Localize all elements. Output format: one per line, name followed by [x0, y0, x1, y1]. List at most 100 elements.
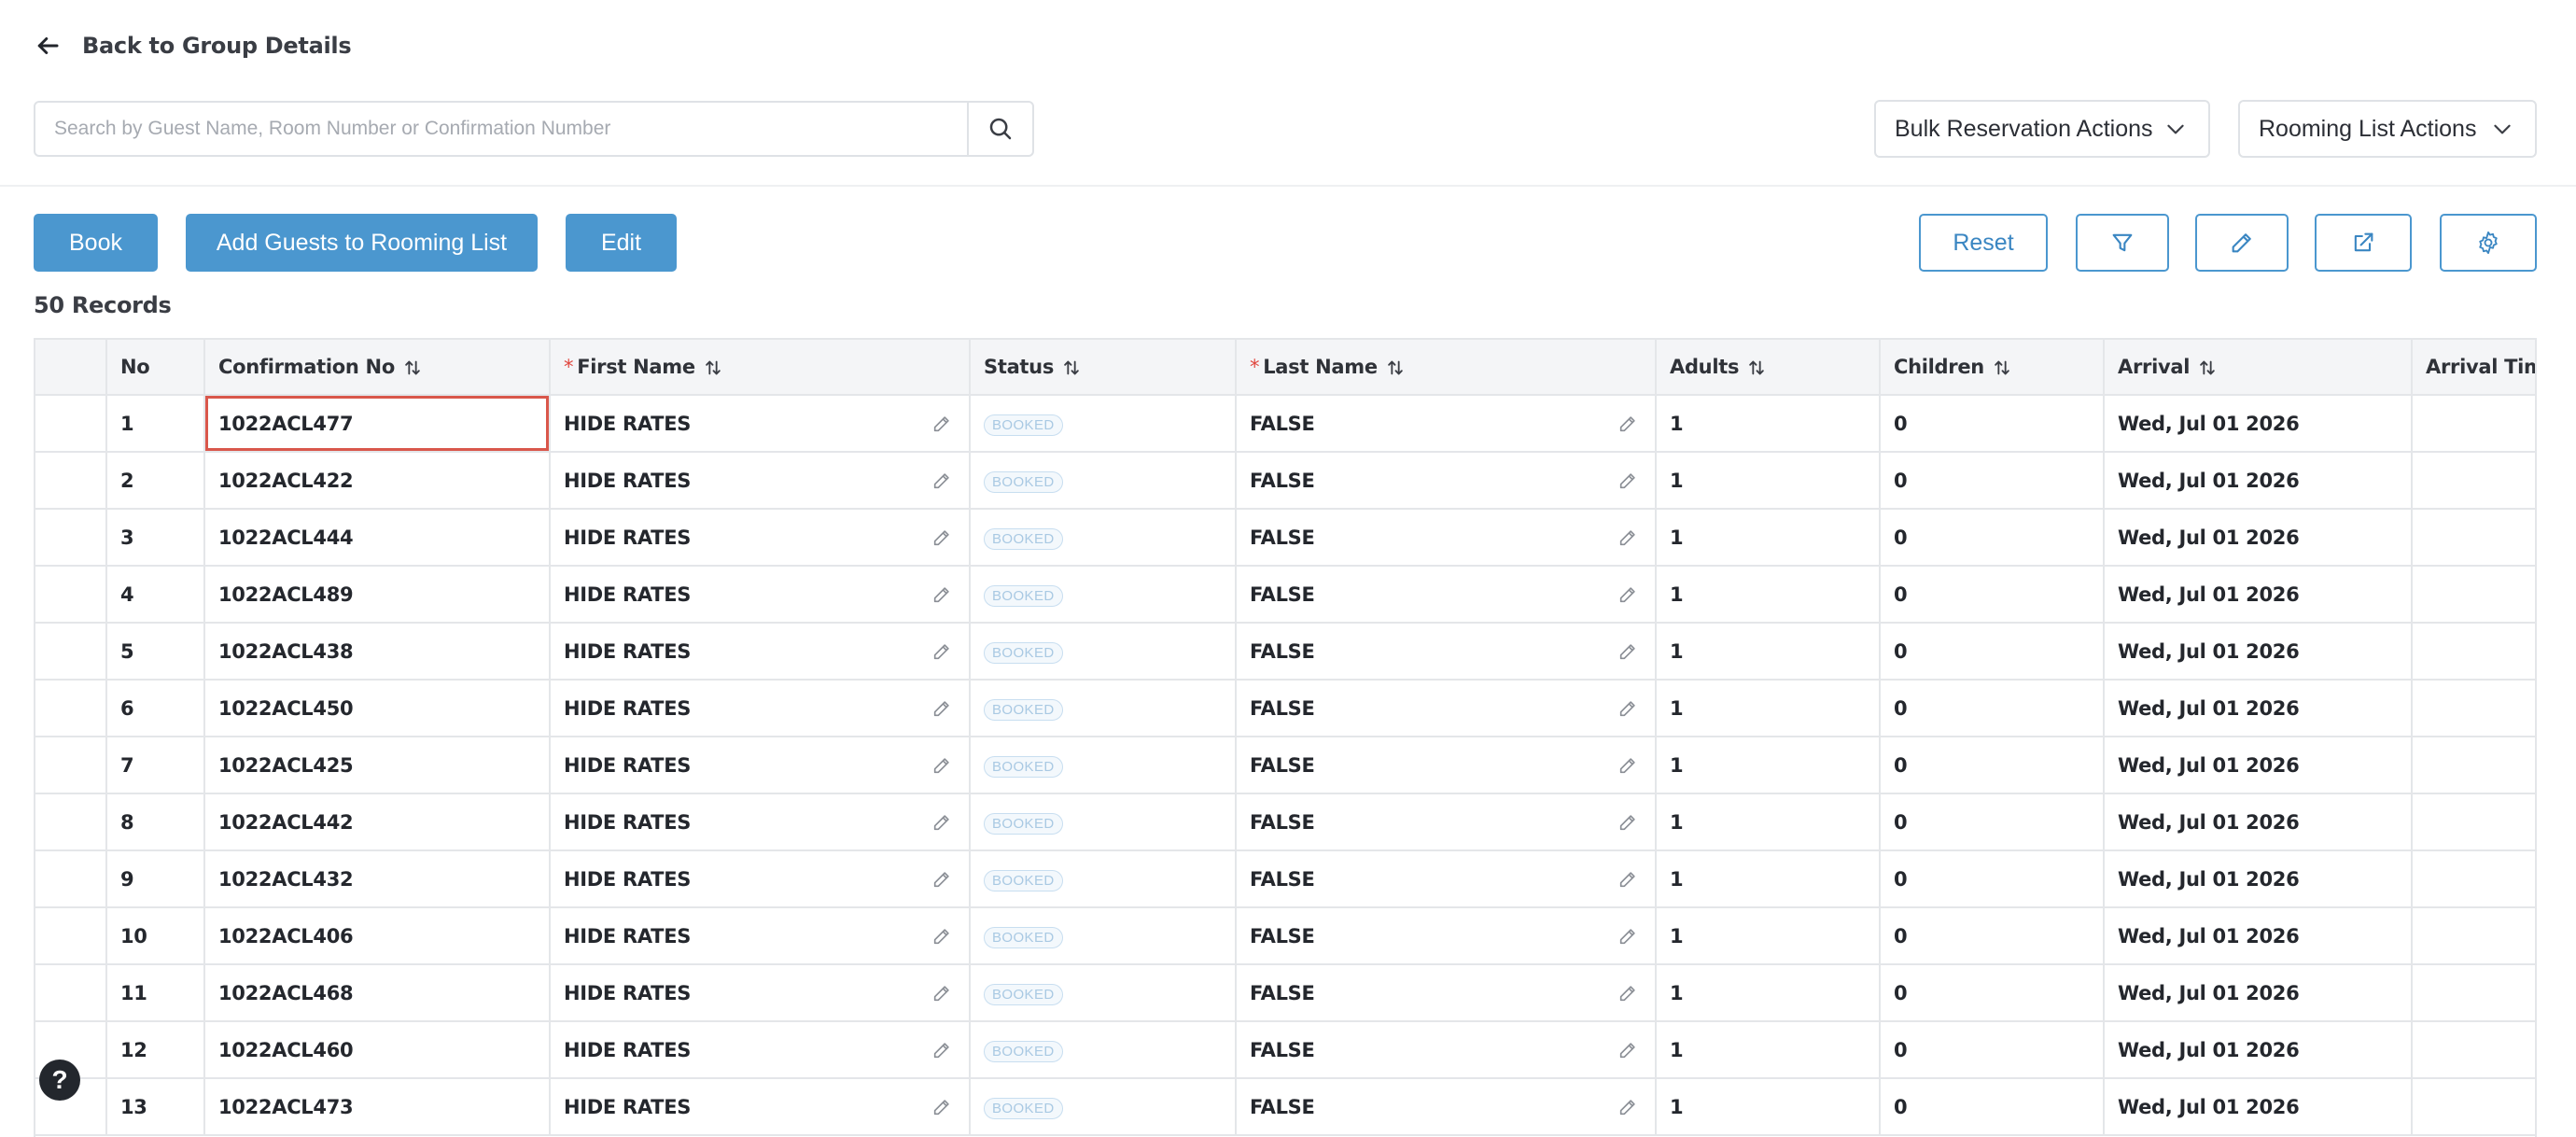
cell-arrival[interactable]: Wed, Jul 01 2026 [2104, 623, 2413, 681]
cell-arrival[interactable]: Wed, Jul 01 2026 [2104, 1021, 2413, 1079]
table-row[interactable]: 4 1022ACL489 HIDE RATES BOOKED FALSE 1 0 Wed, J… [35, 566, 2535, 624]
pencil-icon[interactable] [1617, 414, 1638, 434]
filter-button[interactable] [2076, 214, 2169, 272]
column-header-children[interactable]: Children [1880, 340, 2105, 396]
cell-first-name[interactable]: HIDE RATES [550, 737, 971, 794]
cell-confirmation[interactable]: 1022ACL460 [204, 1021, 551, 1079]
cell-children[interactable]: 0 [1880, 509, 2105, 567]
cell-arrival-time[interactable] [2412, 793, 2535, 851]
cell-first-name[interactable]: HIDE RATES [550, 850, 971, 908]
table-row[interactable]: 11 1022ACL468 HIDE RATES BOOKED FALSE 1 0 Wed, … [35, 964, 2535, 1022]
pencil-icon[interactable] [931, 641, 952, 662]
pencil-icon[interactable] [931, 983, 952, 1004]
cell-children[interactable]: 0 [1880, 964, 2105, 1022]
cell-arrival[interactable]: Wed, Jul 01 2026 [2104, 395, 2413, 453]
cell-first-name[interactable]: HIDE RATES [550, 907, 971, 965]
cell-first-name[interactable]: HIDE RATES [550, 1021, 971, 1079]
sort-icon[interactable] [402, 358, 423, 378]
pencil-icon[interactable] [1617, 983, 1638, 1004]
cell-children[interactable]: 0 [1880, 680, 2105, 737]
cell-children[interactable]: 0 [1880, 793, 2105, 851]
table-row[interactable]: 13 1022ACL473 HIDE RATES BOOKED FALSE 1 0 Wed, … [35, 1078, 2535, 1136]
pencil-icon[interactable] [1617, 527, 1638, 548]
table-row[interactable]: 8 1022ACL442 HIDE RATES BOOKED FALSE 1 0 Wed, J… [35, 793, 2535, 851]
cell-confirmation[interactable]: 1022ACL489 [204, 566, 551, 624]
cell-arrival[interactable]: Wed, Jul 01 2026 [2104, 566, 2413, 624]
cell-confirmation[interactable]: 1022ACL406 [204, 907, 551, 965]
cell-adults[interactable]: 1 [1656, 964, 1881, 1022]
cell-first-name[interactable]: HIDE RATES [550, 509, 971, 567]
cell-confirmation[interactable]: 1022ACL468 [204, 964, 551, 1022]
edit-columns-button[interactable] [2195, 214, 2289, 272]
back-to-group-details-link[interactable]: Back to Group Details [34, 26, 352, 65]
sort-icon[interactable] [1385, 358, 1406, 378]
cell-arrival-time[interactable] [2412, 566, 2535, 624]
cell-arrival[interactable]: Wed, Jul 01 2026 [2104, 964, 2413, 1022]
cell-adults[interactable]: 1 [1656, 1078, 1881, 1136]
cell-confirmation[interactable]: 1022ACL442 [204, 793, 551, 851]
pencil-icon[interactable] [1617, 698, 1638, 719]
book-button[interactable]: Book [34, 214, 158, 272]
column-header-arrival[interactable]: Arrival [2104, 340, 2413, 396]
cell-last-name[interactable]: FALSE [1236, 737, 1657, 794]
cell-last-name[interactable]: FALSE [1236, 680, 1657, 737]
table-row[interactable]: 1 1022ACL477 HIDE RATES BOOKED FALSE 1 0 Wed, J… [35, 395, 2535, 453]
row-select-cell[interactable] [35, 680, 107, 737]
table-row[interactable]: 12 1022ACL460 HIDE RATES BOOKED FALSE 1 0 Wed, … [35, 1021, 2535, 1079]
cell-children[interactable]: 0 [1880, 737, 2105, 794]
export-button[interactable] [2315, 214, 2412, 272]
help-button[interactable]: ? [39, 1060, 80, 1101]
cell-adults[interactable]: 1 [1656, 737, 1881, 794]
row-select-cell[interactable] [35, 566, 107, 624]
cell-confirmation[interactable]: 1022ACL473 [204, 1078, 551, 1136]
row-select-cell[interactable] [35, 452, 107, 510]
sort-icon[interactable] [1061, 358, 1082, 378]
cell-arrival[interactable]: Wed, Jul 01 2026 [2104, 452, 2413, 510]
cell-confirmation[interactable]: 1022ACL477 [204, 395, 551, 453]
cell-confirmation[interactable]: 1022ACL432 [204, 850, 551, 908]
edit-button[interactable]: Edit [566, 214, 677, 272]
cell-adults[interactable]: 1 [1656, 1021, 1881, 1079]
cell-arrival-time[interactable] [2412, 1021, 2535, 1079]
pencil-icon[interactable] [1617, 869, 1638, 890]
cell-confirmation[interactable]: 1022ACL444 [204, 509, 551, 567]
cell-children[interactable]: 0 [1880, 850, 2105, 908]
cell-confirmation[interactable]: 1022ACL450 [204, 680, 551, 737]
pencil-icon[interactable] [1617, 1097, 1638, 1117]
pencil-icon[interactable] [931, 527, 952, 548]
cell-adults[interactable]: 1 [1656, 680, 1881, 737]
row-select-cell[interactable] [35, 850, 107, 908]
cell-confirmation[interactable]: 1022ACL425 [204, 737, 551, 794]
row-select-cell[interactable] [35, 737, 107, 794]
column-header-last-name[interactable]: * Last Name [1236, 340, 1657, 396]
column-header-adults[interactable]: Adults [1656, 340, 1881, 396]
cell-adults[interactable]: 1 [1656, 566, 1881, 624]
cell-first-name[interactable]: HIDE RATES [550, 623, 971, 681]
pencil-icon[interactable] [931, 1097, 952, 1117]
cell-children[interactable]: 0 [1880, 452, 2105, 510]
row-select-cell[interactable] [35, 623, 107, 681]
table-row[interactable]: 6 1022ACL450 HIDE RATES BOOKED FALSE 1 0 Wed, J… [35, 680, 2535, 737]
table-row[interactable]: 10 1022ACL406 HIDE RATES BOOKED FALSE 1 0 Wed, … [35, 907, 2535, 965]
pencil-icon[interactable] [931, 584, 952, 605]
cell-adults[interactable]: 1 [1656, 395, 1881, 453]
cell-arrival[interactable]: Wed, Jul 01 2026 [2104, 793, 2413, 851]
row-select-cell[interactable] [35, 907, 107, 965]
pencil-icon[interactable] [931, 1040, 952, 1060]
cell-arrival-time[interactable] [2412, 680, 2535, 737]
cell-first-name[interactable]: HIDE RATES [550, 395, 971, 453]
sort-icon[interactable] [1746, 358, 1767, 378]
table-row[interactable]: 3 1022ACL444 HIDE RATES BOOKED FALSE 1 0 Wed, J… [35, 509, 2535, 567]
cell-arrival-time[interactable] [2412, 509, 2535, 567]
cell-last-name[interactable]: FALSE [1236, 850, 1657, 908]
pencil-icon[interactable] [1617, 812, 1638, 833]
sort-icon[interactable] [1992, 358, 2012, 378]
row-select-cell[interactable] [35, 395, 107, 453]
search-button[interactable] [967, 103, 1032, 155]
pencil-icon[interactable] [931, 414, 952, 434]
pencil-icon[interactable] [931, 698, 952, 719]
cell-adults[interactable]: 1 [1656, 452, 1881, 510]
row-select-cell[interactable] [35, 793, 107, 851]
cell-last-name[interactable]: FALSE [1236, 566, 1657, 624]
cell-last-name[interactable]: FALSE [1236, 793, 1657, 851]
